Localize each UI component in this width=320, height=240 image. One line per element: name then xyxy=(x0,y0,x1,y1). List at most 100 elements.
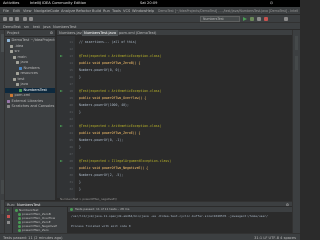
menu-window[interactable]: Window xyxy=(132,9,146,13)
breadcrumb-class[interactable]: NumbersTest xyxy=(53,25,76,29)
line-number[interactable]: 21 xyxy=(69,110,73,115)
tab-label: pom.xml (DemoTest) xyxy=(119,31,157,35)
breadcrumb: DemoTest src test java NumbersTest xyxy=(0,23,300,30)
console-line: /usr/lib/jvm/java-11-openjdk-amd64/bin/j… xyxy=(71,214,268,218)
line-number[interactable]: 27 xyxy=(69,152,73,157)
run-test-gutter-icon[interactable] xyxy=(60,160,63,162)
status-right[interactable]: 31:1 LF UTF-8 4 spaces xyxy=(254,236,296,240)
project-panel-title[interactable]: Project xyxy=(7,31,19,35)
tree-item-label: resources xyxy=(20,71,38,75)
menu-tools[interactable]: Tools xyxy=(112,9,121,13)
menu-build[interactable]: Build xyxy=(92,9,101,13)
activities-button[interactable]: Activities xyxy=(3,1,19,6)
breadcrumb-project[interactable]: DemoTest xyxy=(3,25,21,29)
maven-tool-button[interactable] xyxy=(295,36,298,50)
breadcrumb-src[interactable]: src xyxy=(24,25,29,29)
module-icon xyxy=(7,39,10,42)
menu-file[interactable]: File xyxy=(3,9,9,13)
line-number[interactable]: 22 xyxy=(69,117,73,122)
favorites-tool-button[interactable] xyxy=(1,200,4,214)
tree-item-label: .idea xyxy=(14,43,24,48)
menu-refactor[interactable]: Refactor xyxy=(76,9,91,13)
line-number[interactable]: 32 xyxy=(69,187,73,192)
project-tree-item[interactable]: java xyxy=(5,82,55,87)
project-tree-item[interactable]: Scratches and Consoles xyxy=(5,104,55,109)
line-number[interactable]: 24 xyxy=(69,131,73,136)
line-number[interactable]: 25 xyxy=(69,138,73,143)
filter-icon[interactable] xyxy=(7,221,10,224)
run-test-gutter-icon[interactable] xyxy=(60,90,63,92)
line-number[interactable]: 20 xyxy=(69,103,73,108)
line-number[interactable]: 31 xyxy=(69,180,73,185)
database-tool-button[interactable] xyxy=(295,56,298,70)
run-config-selector[interactable]: NumbersTest xyxy=(200,16,240,22)
line-number[interactable]: 13 xyxy=(69,54,73,59)
breadcrumb-test[interactable]: test xyxy=(33,25,40,29)
breadcrumb-java[interactable]: java xyxy=(43,25,51,29)
app-menu[interactable]: IntelliJ IDEA Community Edition xyxy=(30,1,86,6)
gear-icon[interactable]: ⚙ xyxy=(50,31,53,35)
line-number[interactable]: 29 xyxy=(69,166,73,171)
project-tree-item[interactable]: NumbersTest xyxy=(5,87,55,93)
structure-tool-button[interactable] xyxy=(1,180,4,194)
code-line: // assertions... (all of this) xyxy=(79,40,137,44)
menu-run[interactable]: Run xyxy=(103,9,110,13)
code-line: Numbers.powerOf(0, -1); xyxy=(79,138,124,142)
line-number[interactable]: 12 xyxy=(69,47,73,52)
line-number[interactable]: 19 xyxy=(69,96,73,101)
menu-analyze[interactable]: Analyze xyxy=(61,9,75,13)
run-test-gutter-icon[interactable] xyxy=(60,125,63,127)
project-tool-button[interactable] xyxy=(1,34,4,52)
run-side-toolbar xyxy=(5,207,13,233)
forward-icon[interactable] xyxy=(29,17,33,21)
save-icon[interactable] xyxy=(9,17,13,21)
line-number[interactable]: 28 xyxy=(69,159,73,164)
line-number[interactable]: 14 xyxy=(69,61,73,66)
refresh-icon[interactable] xyxy=(15,17,19,21)
project-tree-item[interactable]: pom.xml xyxy=(5,93,55,98)
line-number[interactable]: 17 xyxy=(69,82,73,87)
project-tree-item[interactable]: java xyxy=(5,60,55,65)
line-number[interactable]: 11 xyxy=(69,40,73,45)
project-tree-item[interactable]: Numbers xyxy=(5,66,55,71)
coverage-icon[interactable] xyxy=(257,17,261,21)
test-status-bar: Tests passed: 11 of 11 tests – 28 ms xyxy=(68,207,292,212)
run-console[interactable]: Tests passed: 11 of 11 tests – 28 ms /us… xyxy=(68,207,292,233)
line-number[interactable]: 30 xyxy=(69,173,73,178)
menu-code[interactable]: Code xyxy=(50,9,59,13)
code-line: Numbers.powerOf(1000, 40); xyxy=(79,103,129,107)
open-folder-icon[interactable] xyxy=(3,17,7,21)
line-number[interactable]: 18 xyxy=(69,89,73,94)
project-tree-item[interactable]: .idea xyxy=(5,43,55,49)
clock[interactable]: Sat 20:09 xyxy=(140,1,157,6)
project-tree-item[interactable]: src xyxy=(5,49,55,54)
project-tree-item[interactable]: main xyxy=(5,55,55,60)
menu-navigate[interactable]: Navigate xyxy=(34,9,50,13)
code-line: } xyxy=(79,75,81,79)
stop-icon[interactable] xyxy=(264,17,268,21)
menu-vcs[interactable]: VCS xyxy=(123,9,130,13)
project-tree-item[interactable]: DemoTest ~/IdeaProjects/DemoTest xyxy=(5,38,55,43)
menu-view[interactable]: View xyxy=(23,9,32,13)
menu-help[interactable]: Help xyxy=(146,9,154,13)
line-number[interactable]: 26 xyxy=(69,145,73,150)
stop-run-icon[interactable] xyxy=(7,215,10,218)
back-icon[interactable] xyxy=(23,17,27,21)
search-everywhere-icon[interactable] xyxy=(284,17,288,21)
line-number[interactable]: 15 xyxy=(69,68,73,73)
project-tree-item[interactable]: External Libraries xyxy=(5,99,55,104)
run-test-gutter-icon[interactable] xyxy=(60,55,63,57)
code-editor[interactable]: // assertions... (all of this) @Test(exp… xyxy=(75,36,292,198)
editor-gutter: 11 12 13 14 15 16 17 18 19 20 21 22 23 24 25 26 27 28 29 30… xyxy=(57,36,75,198)
rerun-icon[interactable] xyxy=(7,209,10,211)
debug-icon[interactable] xyxy=(250,17,254,21)
line-number[interactable]: 23 xyxy=(69,124,73,129)
run-icon[interactable] xyxy=(243,17,247,21)
menu-edit[interactable]: Edit xyxy=(13,9,20,13)
project-tree-item[interactable]: resources xyxy=(5,71,55,76)
test-result-item[interactable]: powerOfTwo_Zero xyxy=(13,228,64,232)
line-number[interactable]: 16 xyxy=(69,75,73,80)
status-text[interactable]: Tests passed: 11 (2 minutes ago) xyxy=(3,236,62,240)
power-icon[interactable]: ⏻ xyxy=(270,1,273,6)
project-tree-item[interactable]: test xyxy=(5,77,55,82)
